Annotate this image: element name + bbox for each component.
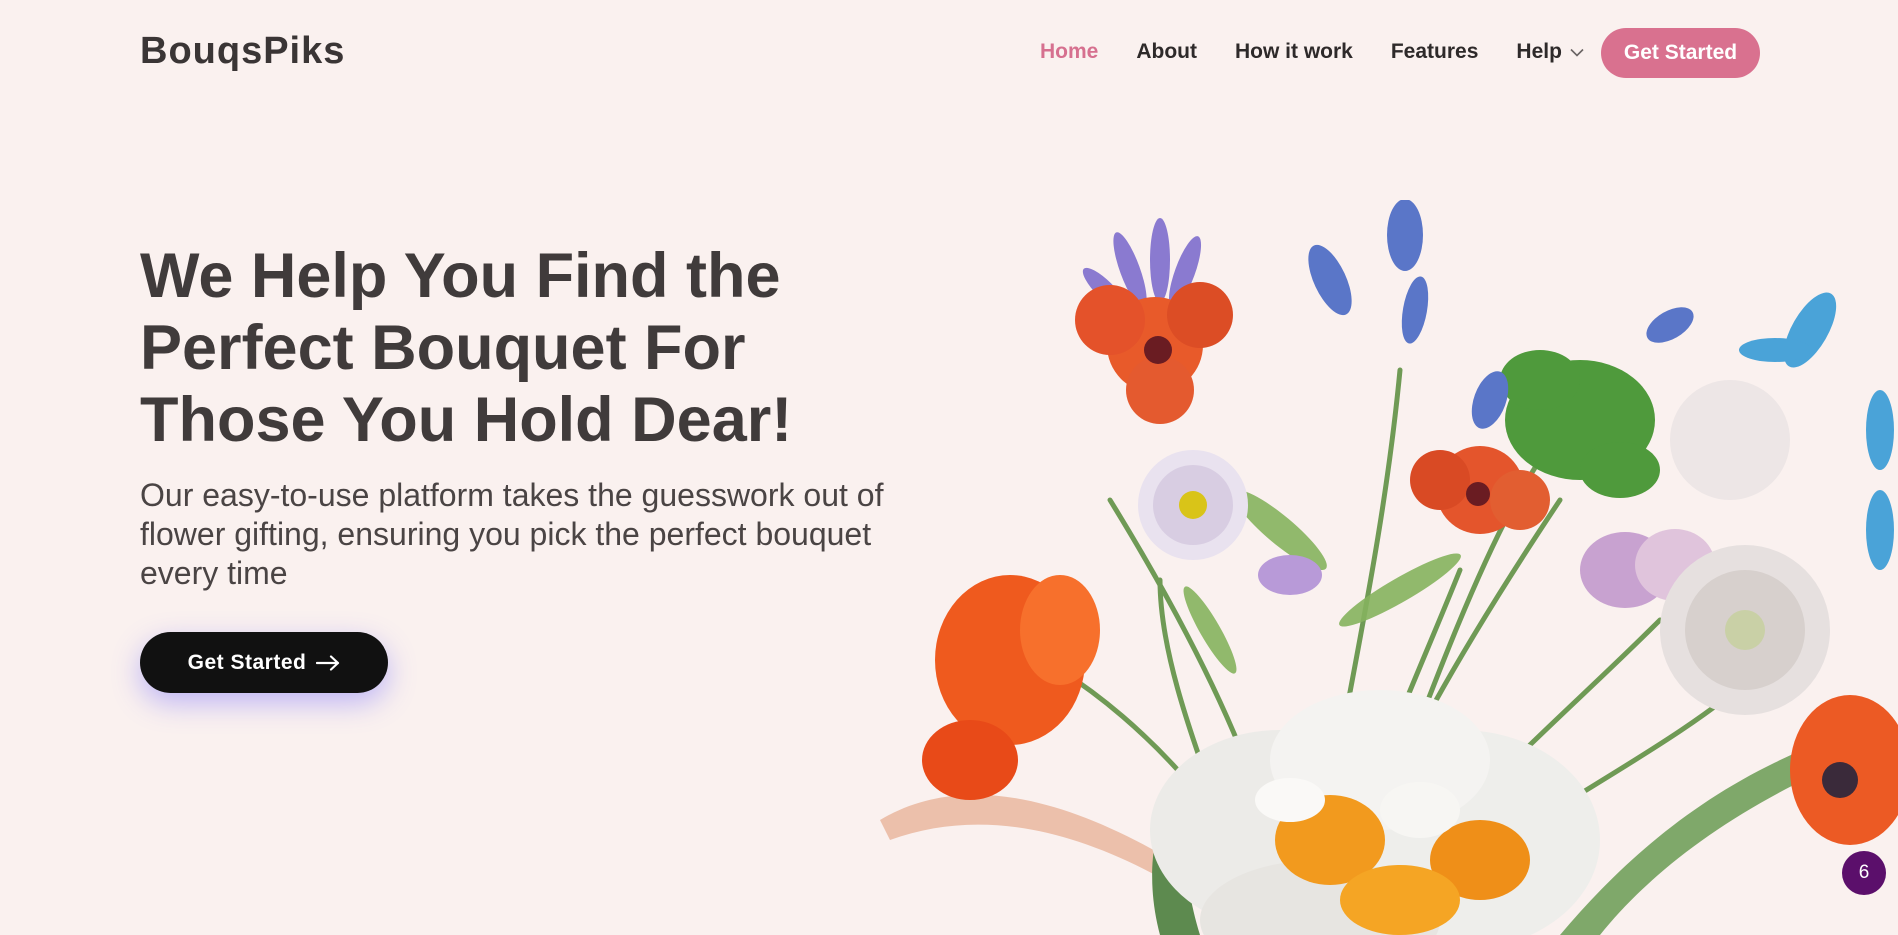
arrow-right-icon [316,654,340,671]
notification-badge[interactable]: 6 [1842,851,1886,895]
page: BouqsPiks Home About How it work Feature… [0,0,1898,935]
hero-subtitle: Our easy-to-use platform takes the guess… [140,477,884,591]
nav-item-how-it-work[interactable]: How it work [1235,40,1353,64]
hero-title: We Help You Find the Perfect Bouquet For… [140,241,793,455]
hero-cta-label: Get Started [187,650,307,674]
nav-get-started-button[interactable]: Get Started [1601,28,1760,78]
nav-item-about[interactable]: About [1136,40,1197,64]
nav-item-help-label: Help [1516,40,1562,63]
chevron-down-icon [1570,48,1584,57]
hero-get-started-button[interactable]: Get Started [140,632,388,693]
nav-item-home[interactable]: Home [1040,40,1098,64]
nav-item-features[interactable]: Features [1391,40,1479,64]
bouquet-illustration [860,199,1898,935]
brand-logo[interactable]: BouqsPiks [140,30,345,73]
nav-item-help[interactable]: Help [1516,40,1584,64]
main-menu: Home About How it work Features Help [1040,40,1584,64]
top-nav: BouqsPiks Home About How it work Feature… [0,0,1898,106]
